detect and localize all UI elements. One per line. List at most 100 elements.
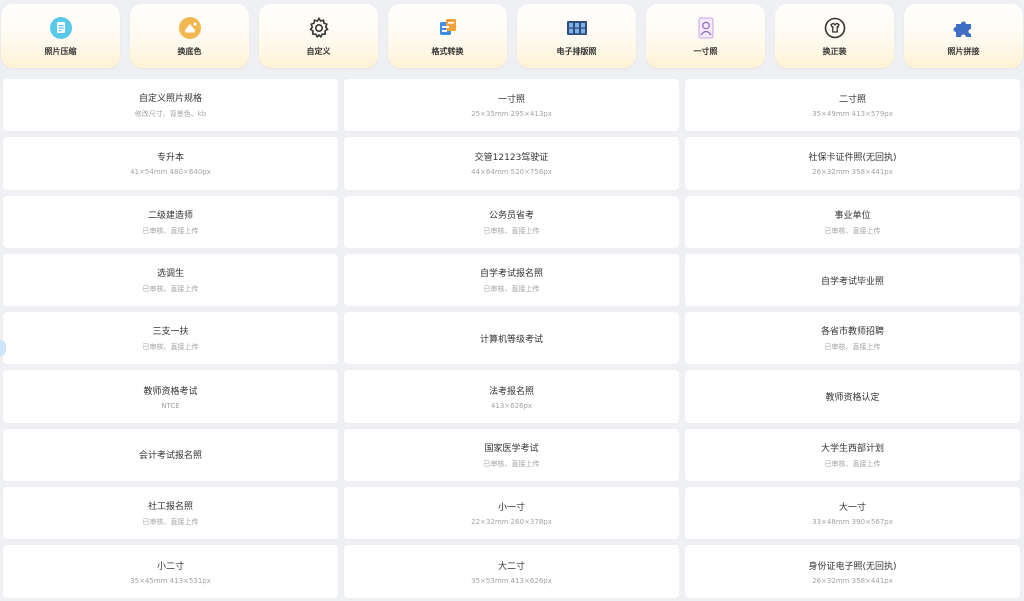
tool-label: 换底色 xyxy=(177,46,202,56)
tool-layout[interactable]: 电子排版照 xyxy=(517,4,636,68)
spec-card[interactable]: 公务员省考 已审核、直接上传 xyxy=(344,195,679,248)
portrait-icon xyxy=(694,16,718,40)
spec-card[interactable]: 社保卡证件照(无回执) 26×32mm 358×441px xyxy=(685,137,1020,190)
spec-card[interactable]: 法考报名照 413×626px xyxy=(344,370,679,423)
format-convert-icon xyxy=(436,16,460,40)
spec-title: 教师资格考试 xyxy=(143,386,198,397)
spec-title: 二寸照 xyxy=(838,95,866,106)
spec-card[interactable]: 会计考试报名照 xyxy=(3,428,338,482)
spec-title: 小一寸 xyxy=(497,503,525,514)
spec-subtitle: 41×54mm 480×640px xyxy=(130,168,211,177)
change-background-icon xyxy=(178,16,202,40)
spec-subtitle: 修改尺寸、背景色、kb xyxy=(134,110,207,119)
tool-label: 电子排版照 xyxy=(556,46,597,56)
spec-title: 大一寸 xyxy=(838,503,866,514)
spec-subtitle: 25×35mm 295×413px xyxy=(471,110,552,119)
spec-title: 各省市教师招聘 xyxy=(820,327,884,338)
spec-subtitle: 已审核、直接上传 xyxy=(824,459,881,468)
spec-subtitle: 已审核、直接上传 xyxy=(483,285,540,294)
spec-card[interactable]: 大二寸 35×53mm 413×626px xyxy=(344,545,679,598)
spec-title: 专升本 xyxy=(156,153,184,164)
spec-title: 交管12123驾驶证 xyxy=(474,153,549,164)
tool-bar: 照片压缩 换底色 自定义 格式转换 电子排版照 一寸照 换正装 照片拼接 xyxy=(0,4,1024,70)
tool-label: 格式转换 xyxy=(431,46,464,56)
spec-card-one-inch[interactable]: 一寸照 25×35mm 295×413px xyxy=(344,79,679,132)
spec-card[interactable]: 选调生已审核、直接上传 xyxy=(3,253,338,307)
photo-compress-icon xyxy=(49,16,73,40)
spec-card[interactable]: 交管12123驾驶证 44×64mm 520×756px xyxy=(344,137,679,190)
spec-subtitle: 22×32mm 260×378px xyxy=(471,518,552,527)
spec-title: 自学考试报名照 xyxy=(479,269,543,280)
spec-card[interactable]: 自学考试毕业照 xyxy=(685,253,1020,307)
spec-title: 一寸照 xyxy=(497,95,525,106)
spec-card[interactable]: 小二寸 35×45mm 413×531px xyxy=(3,545,338,598)
spec-title: 会计考试报名照 xyxy=(138,451,202,462)
tool-label: 一寸照 xyxy=(693,46,718,56)
spec-title: 三支一扶 xyxy=(152,327,189,338)
spec-subtitle: 35×49mm 413×579px xyxy=(812,110,893,119)
tool-custom[interactable]: 自定义 xyxy=(259,4,378,68)
spec-subtitle: 已审核、直接上传 xyxy=(142,343,199,352)
spec-card[interactable]: 事业单位已审核、直接上传 xyxy=(685,195,1020,248)
spec-card[interactable]: 国家医学考试 已审核、直接上传 xyxy=(344,428,679,482)
spec-subtitle: 413×626px xyxy=(490,401,533,410)
puzzle-icon xyxy=(952,16,976,40)
tool-photo-stitch[interactable]: 照片拼接 xyxy=(904,4,1023,68)
tool-photo-compress[interactable]: 照片压缩 xyxy=(1,4,120,68)
spec-title: 社保卡证件照(无回执) xyxy=(808,153,897,164)
tool-change-background[interactable]: 换底色 xyxy=(130,4,249,68)
tool-format-convert[interactable]: 格式转换 xyxy=(388,4,507,68)
spec-card[interactable]: 各省市教师招聘 已审核、直接上传 xyxy=(685,312,1020,365)
spec-subtitle: 已审核、直接上传 xyxy=(142,285,199,294)
layout-grid-icon xyxy=(565,16,589,40)
spec-subtitle: 已审核、直接上传 xyxy=(483,459,540,468)
spec-subtitle: 26×32mm 358×441px xyxy=(812,576,893,585)
spec-title: 二级建造师 xyxy=(147,210,193,221)
spec-card[interactable]: 教师资格考试 NTCE xyxy=(3,370,338,423)
tool-formal-wear[interactable]: 换正装 xyxy=(775,4,894,68)
spec-grid: 自定义照片规格 修改尺寸、背景色、kb 一寸照 25×35mm 295×413px … xyxy=(3,79,1020,598)
spec-subtitle: 已审核、直接上传 xyxy=(142,226,199,235)
spec-title: 选调生 xyxy=(156,269,184,280)
spec-subtitle: NTCE xyxy=(161,401,180,410)
spec-subtitle: 26×32mm 358×441px xyxy=(812,168,893,177)
spec-title: 大学生西部计划 xyxy=(820,443,884,454)
spec-title: 公务员省考 xyxy=(488,210,534,221)
spec-card-custom[interactable]: 自定义照片规格 修改尺寸、背景色、kb xyxy=(3,79,338,132)
shirt-icon xyxy=(823,16,847,40)
tool-one-inch[interactable]: 一寸照 xyxy=(646,4,765,68)
spec-subtitle: 已审核、直接上传 xyxy=(142,518,199,527)
spec-subtitle: 35×45mm 413×531px xyxy=(130,576,211,585)
spec-card[interactable]: 教师资格认定 xyxy=(685,370,1020,423)
spec-subtitle: 已审核、直接上传 xyxy=(824,343,881,352)
spec-title: 自学考试毕业照 xyxy=(820,276,884,287)
spec-title: 法考报名照 xyxy=(488,386,534,397)
tool-label: 自定义 xyxy=(306,46,331,56)
tool-label: 照片拼接 xyxy=(947,46,980,56)
spec-title: 社工报名照 xyxy=(147,502,193,513)
tool-label: 换正装 xyxy=(822,46,847,56)
spec-card-two-inch[interactable]: 二寸照 35×49mm 413×579px xyxy=(685,79,1020,132)
spec-card[interactable]: 二级建造师已审核、直接上传 xyxy=(3,195,338,248)
tool-label: 照片压缩 xyxy=(44,46,77,56)
spec-card[interactable]: 自学考试报名照 已审核、直接上传 xyxy=(344,253,679,307)
spec-subtitle: 已审核、直接上传 xyxy=(824,226,881,235)
spec-card[interactable]: 计算机等级考试 xyxy=(344,312,679,365)
spec-card[interactable]: 身份证电子照(无回执) 26×32mm 358×441px xyxy=(685,545,1020,598)
spec-title: 计算机等级考试 xyxy=(479,334,543,345)
spec-card[interactable]: 社工报名照已审核、直接上传 xyxy=(3,487,338,540)
spec-title: 身份证电子照(无回执) xyxy=(808,561,897,572)
spec-card[interactable]: 专升本 41×54mm 480×640px xyxy=(3,137,338,190)
spec-card[interactable]: 大一寸 33×48mm 390×567px xyxy=(685,487,1020,540)
spec-card[interactable]: 三支一扶已审核、直接上传 xyxy=(3,312,338,365)
spec-card[interactable]: 小一寸 22×32mm 260×378px xyxy=(344,487,679,540)
spec-card[interactable]: 大学生西部计划 已审核、直接上传 xyxy=(685,428,1020,482)
spec-title: 自定义照片规格 xyxy=(138,94,202,105)
spec-title: 小二寸 xyxy=(156,561,184,572)
spec-title: 国家医学考试 xyxy=(484,443,539,454)
gear-icon xyxy=(307,16,331,40)
spec-subtitle: 33×48mm 390×567px xyxy=(812,518,893,527)
spec-title: 大二寸 xyxy=(497,561,525,572)
spec-title: 事业单位 xyxy=(834,210,871,221)
spec-title: 教师资格认定 xyxy=(825,393,880,404)
